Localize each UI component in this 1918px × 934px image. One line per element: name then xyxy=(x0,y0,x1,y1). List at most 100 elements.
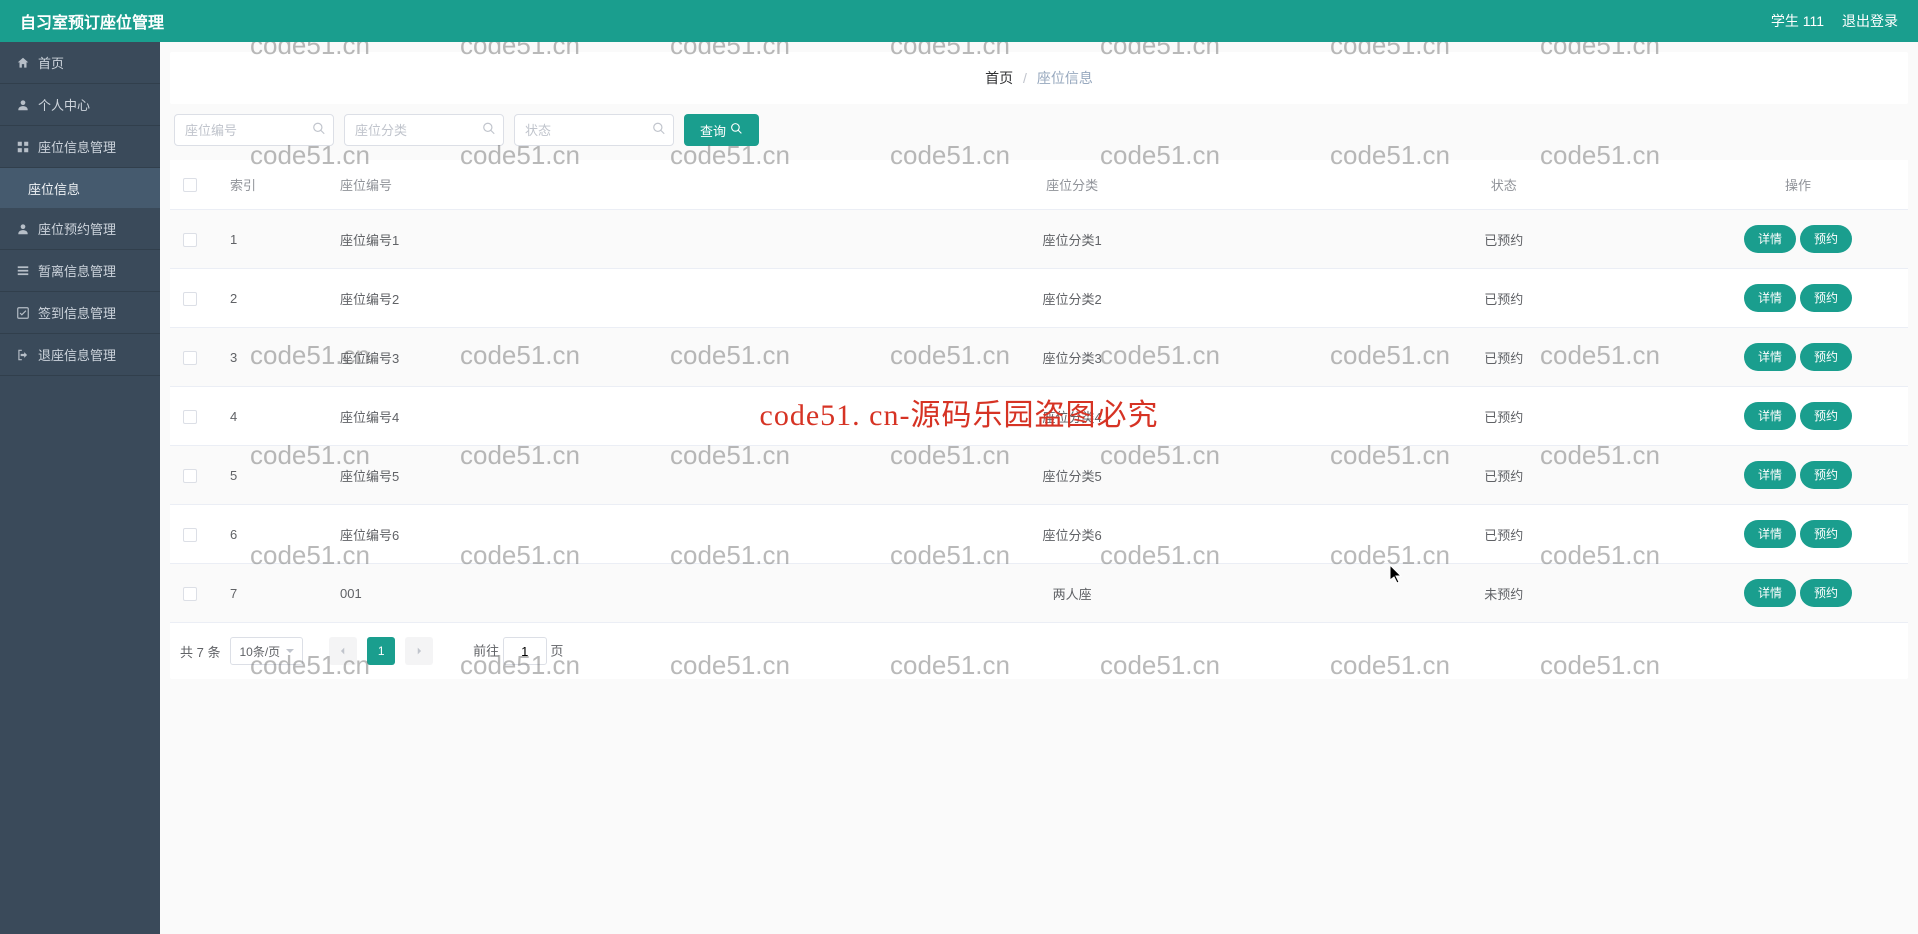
app-header: 自习室预订座位管理 学生 111 退出登录 xyxy=(0,0,1918,42)
sidebar-item-home[interactable]: 首页 xyxy=(0,42,160,84)
cell-seat-cat: 两人座 xyxy=(825,564,1320,623)
cell-seat-cat: 座位分类6 xyxy=(825,505,1320,564)
sidebar-item-leave[interactable]: 暂离信息管理 xyxy=(0,250,160,292)
user-icon xyxy=(16,98,30,112)
pagination: 共 7 条 10条/页 1 前往 页 xyxy=(170,623,1908,679)
cell-seat-cat: 座位分类2 xyxy=(825,269,1320,328)
query-label: 查询 xyxy=(700,121,726,140)
reserve-button[interactable]: 预约 xyxy=(1800,579,1852,607)
sidebar-item-label: 退座信息管理 xyxy=(38,345,116,364)
row-checkbox[interactable] xyxy=(183,410,197,424)
sidebar-item-profile[interactable]: 个人中心 xyxy=(0,84,160,126)
table-header-row: 索引 座位编号 座位分类 状态 操作 xyxy=(170,160,1908,210)
sidebar-item-label: 个人中心 xyxy=(38,95,90,114)
table-card: 索引 座位编号 座位分类 状态 操作 1座位编号1座位分类1已预约详情预约2座位… xyxy=(170,160,1908,679)
cell-seat-no: 座位编号2 xyxy=(330,269,825,328)
cell-status: 已预约 xyxy=(1319,210,1688,269)
row-checkbox[interactable] xyxy=(183,528,197,542)
row-checkbox[interactable] xyxy=(183,351,197,365)
sidebar-item-seat-info[interactable]: 座位信息管理 xyxy=(0,126,160,168)
sidebar-sub-seat-info[interactable]: 座位信息 xyxy=(0,168,160,208)
reserve-button[interactable]: 预约 xyxy=(1800,461,1852,489)
content-area: 首页 / 座位信息 xyxy=(160,42,1918,934)
sidebar-item-reservation[interactable]: 座位预约管理 xyxy=(0,208,160,250)
goto-input[interactable] xyxy=(503,637,547,665)
sidebar-item-label: 座位预约管理 xyxy=(38,219,116,238)
exit-icon xyxy=(16,348,30,362)
row-checkbox[interactable] xyxy=(183,469,197,483)
page-prev-button[interactable] xyxy=(329,637,357,665)
search-icon xyxy=(730,122,743,138)
th-seat-cat: 座位分类 xyxy=(825,160,1320,210)
sidebar-sub-label: 座位信息 xyxy=(28,179,80,198)
detail-button[interactable]: 详情 xyxy=(1744,579,1796,607)
detail-button[interactable]: 详情 xyxy=(1744,402,1796,430)
breadcrumb-sep: / xyxy=(1023,70,1027,86)
table-row: 7001两人座未预约详情预约 xyxy=(170,564,1908,623)
cell-seat-no: 座位编号1 xyxy=(330,210,825,269)
goto-prefix: 前往 xyxy=(473,644,499,659)
sidebar-item-label: 首页 xyxy=(38,53,64,72)
page-size-select[interactable]: 10条/页 xyxy=(230,637,303,665)
seat-no-search xyxy=(174,114,334,146)
filter-bar: 查询 xyxy=(170,114,1908,146)
sidebar-item-checkout[interactable]: 退座信息管理 xyxy=(0,334,160,376)
reserve-button[interactable]: 预约 xyxy=(1800,402,1852,430)
home-icon xyxy=(16,56,30,70)
query-button[interactable]: 查询 xyxy=(684,114,759,146)
sidebar-item-checkin[interactable]: 签到信息管理 xyxy=(0,292,160,334)
header-right: 学生 111 退出登录 xyxy=(1771,11,1898,31)
cell-seat-cat: 座位分类3 xyxy=(825,328,1320,387)
detail-button[interactable]: 详情 xyxy=(1744,343,1796,371)
seat-cat-search xyxy=(344,114,504,146)
reserve-button[interactable]: 预约 xyxy=(1800,520,1852,548)
detail-button[interactable]: 详情 xyxy=(1744,520,1796,548)
cell-index: 7 xyxy=(210,564,330,623)
breadcrumb-current: 座位信息 xyxy=(1037,70,1093,86)
app-title: 自习室预订座位管理 xyxy=(20,9,164,33)
table-row: 2座位编号2座位分类2已预约详情预约 xyxy=(170,269,1908,328)
sidebar-item-label: 座位信息管理 xyxy=(38,137,116,156)
cell-seat-no: 001 xyxy=(330,564,825,623)
select-all-checkbox[interactable] xyxy=(183,178,197,192)
cell-index: 6 xyxy=(210,505,330,564)
page-number-1[interactable]: 1 xyxy=(367,637,395,665)
page-jump: 前往 页 xyxy=(473,637,563,665)
reserve-button[interactable]: 预约 xyxy=(1800,343,1852,371)
detail-button[interactable]: 详情 xyxy=(1744,461,1796,489)
row-checkbox[interactable] xyxy=(183,587,197,601)
cell-status: 已预约 xyxy=(1319,505,1688,564)
cell-seat-no: 座位编号6 xyxy=(330,505,825,564)
status-search xyxy=(514,114,674,146)
table-row: 1座位编号1座位分类1已预约 详情预约 xyxy=(170,210,1908,269)
cell-index: 2 xyxy=(210,269,330,328)
table-row: 6座位编号6座位分类6已预约 详情预约 xyxy=(170,505,1908,564)
reserve-button[interactable]: 预约 xyxy=(1800,284,1852,312)
cell-status: 已预约 xyxy=(1319,387,1688,446)
cell-index: 4 xyxy=(210,387,330,446)
page-next-button[interactable] xyxy=(405,637,433,665)
cell-status: 已预约 xyxy=(1319,446,1688,505)
cell-index: 3 xyxy=(210,328,330,387)
row-checkbox[interactable] xyxy=(183,233,197,247)
sidebar: 首页 个人中心 座位信息管理 座位信息 座位预约管理 暂 xyxy=(0,42,160,934)
status-input[interactable] xyxy=(514,114,674,146)
seat-cat-input[interactable] xyxy=(344,114,504,146)
th-status: 状态 xyxy=(1319,160,1688,210)
seat-no-input[interactable] xyxy=(174,114,334,146)
detail-button[interactable]: 详情 xyxy=(1744,284,1796,312)
breadcrumb-home[interactable]: 首页 xyxy=(985,70,1013,86)
cell-seat-cat: 座位分类5 xyxy=(825,446,1320,505)
detail-button[interactable]: 详情 xyxy=(1744,225,1796,253)
logout-link[interactable]: 退出登录 xyxy=(1842,11,1898,31)
cell-seat-no: 座位编号3 xyxy=(330,328,825,387)
cell-index: 1 xyxy=(210,210,330,269)
reserve-button[interactable]: 预约 xyxy=(1800,225,1852,253)
cell-seat-cat: 座位分类1 xyxy=(825,210,1320,269)
breadcrumb: 首页 / 座位信息 xyxy=(170,52,1908,104)
cell-seat-cat: 座位分类4 xyxy=(825,387,1320,446)
row-checkbox[interactable] xyxy=(183,292,197,306)
cell-index: 5 xyxy=(210,446,330,505)
user-label[interactable]: 学生 111 xyxy=(1771,11,1824,31)
sidebar-item-label: 暂离信息管理 xyxy=(38,261,116,280)
